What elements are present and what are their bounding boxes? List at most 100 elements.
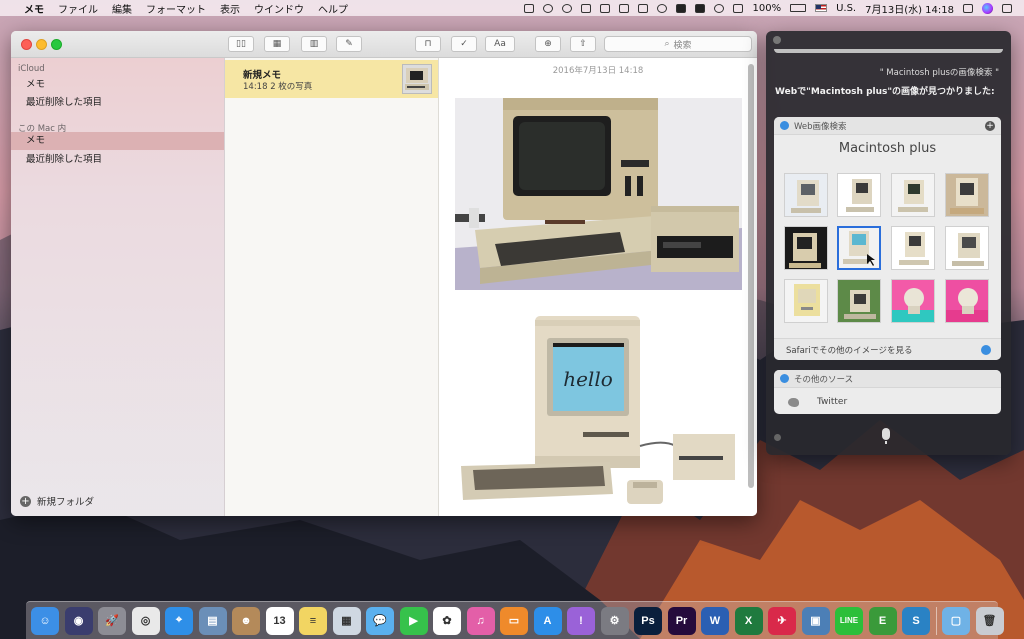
- image-result[interactable]: [784, 226, 828, 270]
- facetime-icon[interactable]: ▶: [399, 606, 428, 635]
- gallery-view-button[interactable]: ▦: [264, 36, 290, 52]
- itunes-icon[interactable]: ♫: [466, 606, 495, 635]
- messages-icon[interactable]: 💬: [366, 606, 394, 635]
- system-preferences-icon[interactable]: ⚙: [600, 606, 629, 635]
- zoom-button[interactable]: [51, 39, 62, 50]
- premiere-icon[interactable]: Pr: [667, 606, 696, 635]
- siri-query-text[interactable]: " Macintosh plusの画像検索 ": [880, 66, 999, 78]
- microphone-icon[interactable]: [882, 428, 890, 444]
- calendar-icon[interactable]: 13: [265, 606, 294, 635]
- note-photo-apple-ii[interactable]: [455, 98, 742, 290]
- ibooks-icon[interactable]: ▭: [500, 606, 528, 635]
- checklist-button[interactable]: ✓: [451, 36, 477, 52]
- share-button[interactable]: ⇧: [570, 36, 596, 52]
- image-result[interactable]: [891, 226, 935, 270]
- siri-icon[interactable]: ◉: [64, 606, 93, 635]
- sophos-menu-icon[interactable]: [638, 3, 649, 13]
- wifi-icon[interactable]: [714, 3, 725, 13]
- file-save-icon[interactable]: ▣: [801, 606, 830, 635]
- image-result[interactable]: [837, 173, 881, 217]
- preview-icon[interactable]: ▤: [198, 606, 227, 635]
- note-photo-macintosh[interactable]: hello: [455, 316, 742, 508]
- menu-edit[interactable]: 編集: [112, 1, 132, 16]
- menu-view[interactable]: 表示: [220, 1, 240, 16]
- lock-button[interactable]: ⊓: [415, 36, 441, 52]
- image-result[interactable]: [945, 279, 989, 323]
- photobooth-icon[interactable]: ▦: [332, 606, 361, 635]
- new-folder-button[interactable]: + 新規フォルダ: [20, 494, 94, 508]
- airmail-icon[interactable]: ✈: [768, 606, 796, 635]
- sidebar-item-icloud-recently-deleted[interactable]: 最近削除した項目: [11, 94, 224, 112]
- excel-icon[interactable]: X: [734, 606, 763, 635]
- input-source[interactable]: U.S.: [836, 3, 856, 14]
- dropbox-icon[interactable]: [600, 3, 611, 13]
- sidebar-icon: ▯▯: [236, 39, 246, 49]
- image-result[interactable]: [891, 279, 935, 323]
- list-item[interactable]: 新規メモ 14:18 2 枚の写真: [225, 60, 438, 98]
- photos-icon[interactable]: ✿: [433, 606, 461, 635]
- siri-menu-icon[interactable]: [982, 2, 993, 14]
- status-icon[interactable]: [695, 3, 706, 13]
- siri-close-icon[interactable]: [773, 36, 781, 44]
- volume-icon[interactable]: [524, 3, 535, 13]
- word-icon[interactable]: W: [701, 606, 729, 635]
- siri-help-icon[interactable]: [774, 434, 781, 441]
- menu-file[interactable]: ファイル: [58, 1, 98, 16]
- time-machine-icon[interactable]: [562, 3, 573, 13]
- launchpad-icon[interactable]: 🚀: [98, 606, 126, 635]
- feedback-icon[interactable]: !: [567, 606, 595, 635]
- image-result[interactable]: [945, 173, 989, 217]
- image-result-selected[interactable]: [837, 226, 881, 270]
- sidebar-toggle-button[interactable]: ▯▯: [228, 36, 254, 52]
- downloads-folder-icon[interactable]: ▢: [942, 606, 970, 635]
- image-result[interactable]: [837, 279, 881, 323]
- evernote-icon[interactable]: E: [868, 606, 897, 635]
- sidebar-item-mac-recently-deleted[interactable]: 最近削除した項目: [11, 151, 224, 169]
- keyboard-icon[interactable]: [581, 3, 592, 13]
- spotlight-icon[interactable]: [963, 3, 973, 13]
- chrome-icon[interactable]: ◎: [131, 606, 160, 635]
- note-editor[interactable]: 2016年7月13日 14:18 hello: [439, 58, 757, 516]
- format-button[interactable]: Aa: [485, 36, 515, 52]
- safari-icon[interactable]: ⌖: [165, 606, 193, 635]
- airplay-icon[interactable]: [733, 3, 744, 13]
- sidebar-item-mac-notes[interactable]: メモ: [11, 132, 224, 150]
- battery-icon[interactable]: [790, 4, 807, 12]
- card-header-label: Web画像検索: [794, 121, 847, 132]
- evernote-menu-icon[interactable]: [657, 3, 668, 13]
- photoshop-icon[interactable]: Ps: [634, 606, 662, 635]
- safari-more-images-link[interactable]: Safariでその他のイメージを見る: [774, 338, 1001, 360]
- appstore-icon[interactable]: A: [533, 606, 562, 635]
- menu-clock[interactable]: 7月13日(水) 14:18: [865, 1, 954, 16]
- line-icon[interactable]: LINE: [835, 606, 863, 635]
- sophos-icon[interactable]: S: [902, 606, 930, 635]
- menu-help[interactable]: ヘルプ: [318, 1, 348, 16]
- us-flag-icon[interactable]: [815, 4, 828, 12]
- menu-window[interactable]: ウインドウ: [254, 1, 304, 16]
- sync-icon[interactable]: [619, 3, 630, 13]
- search-field[interactable]: ⌕ 検索: [604, 36, 752, 52]
- sidebar-item-icloud-notes[interactable]: メモ: [11, 76, 224, 94]
- delete-note-button[interactable]: ▥: [301, 36, 327, 52]
- add-to-notification-center-icon[interactable]: +: [985, 121, 995, 131]
- minimize-button[interactable]: [36, 39, 47, 50]
- editor-scrollbar[interactable]: [748, 64, 754, 488]
- image-result[interactable]: [945, 226, 989, 270]
- menu-format[interactable]: フォーマット: [146, 1, 206, 16]
- twitter-source-row[interactable]: Twitter: [774, 390, 1001, 414]
- add-people-button[interactable]: ⊕: [535, 36, 561, 52]
- image-result[interactable]: [784, 279, 828, 323]
- image-result[interactable]: [784, 173, 828, 217]
- bluetooth-icon[interactable]: [543, 3, 554, 13]
- menu-app-name[interactable]: メモ: [24, 1, 44, 16]
- notification-center-icon[interactable]: [1002, 3, 1012, 13]
- trash-icon[interactable]: 🗑: [975, 606, 1004, 635]
- contacts-icon[interactable]: ☻: [232, 606, 260, 635]
- battery-percent[interactable]: 100%: [752, 3, 781, 14]
- image-result[interactable]: [891, 173, 935, 217]
- finder-icon[interactable]: ☺: [31, 606, 59, 635]
- close-button[interactable]: [21, 39, 32, 50]
- notes-icon[interactable]: ≡: [299, 606, 327, 635]
- new-note-button[interactable]: ✎: [336, 36, 362, 52]
- monitor-icon[interactable]: [676, 3, 687, 13]
